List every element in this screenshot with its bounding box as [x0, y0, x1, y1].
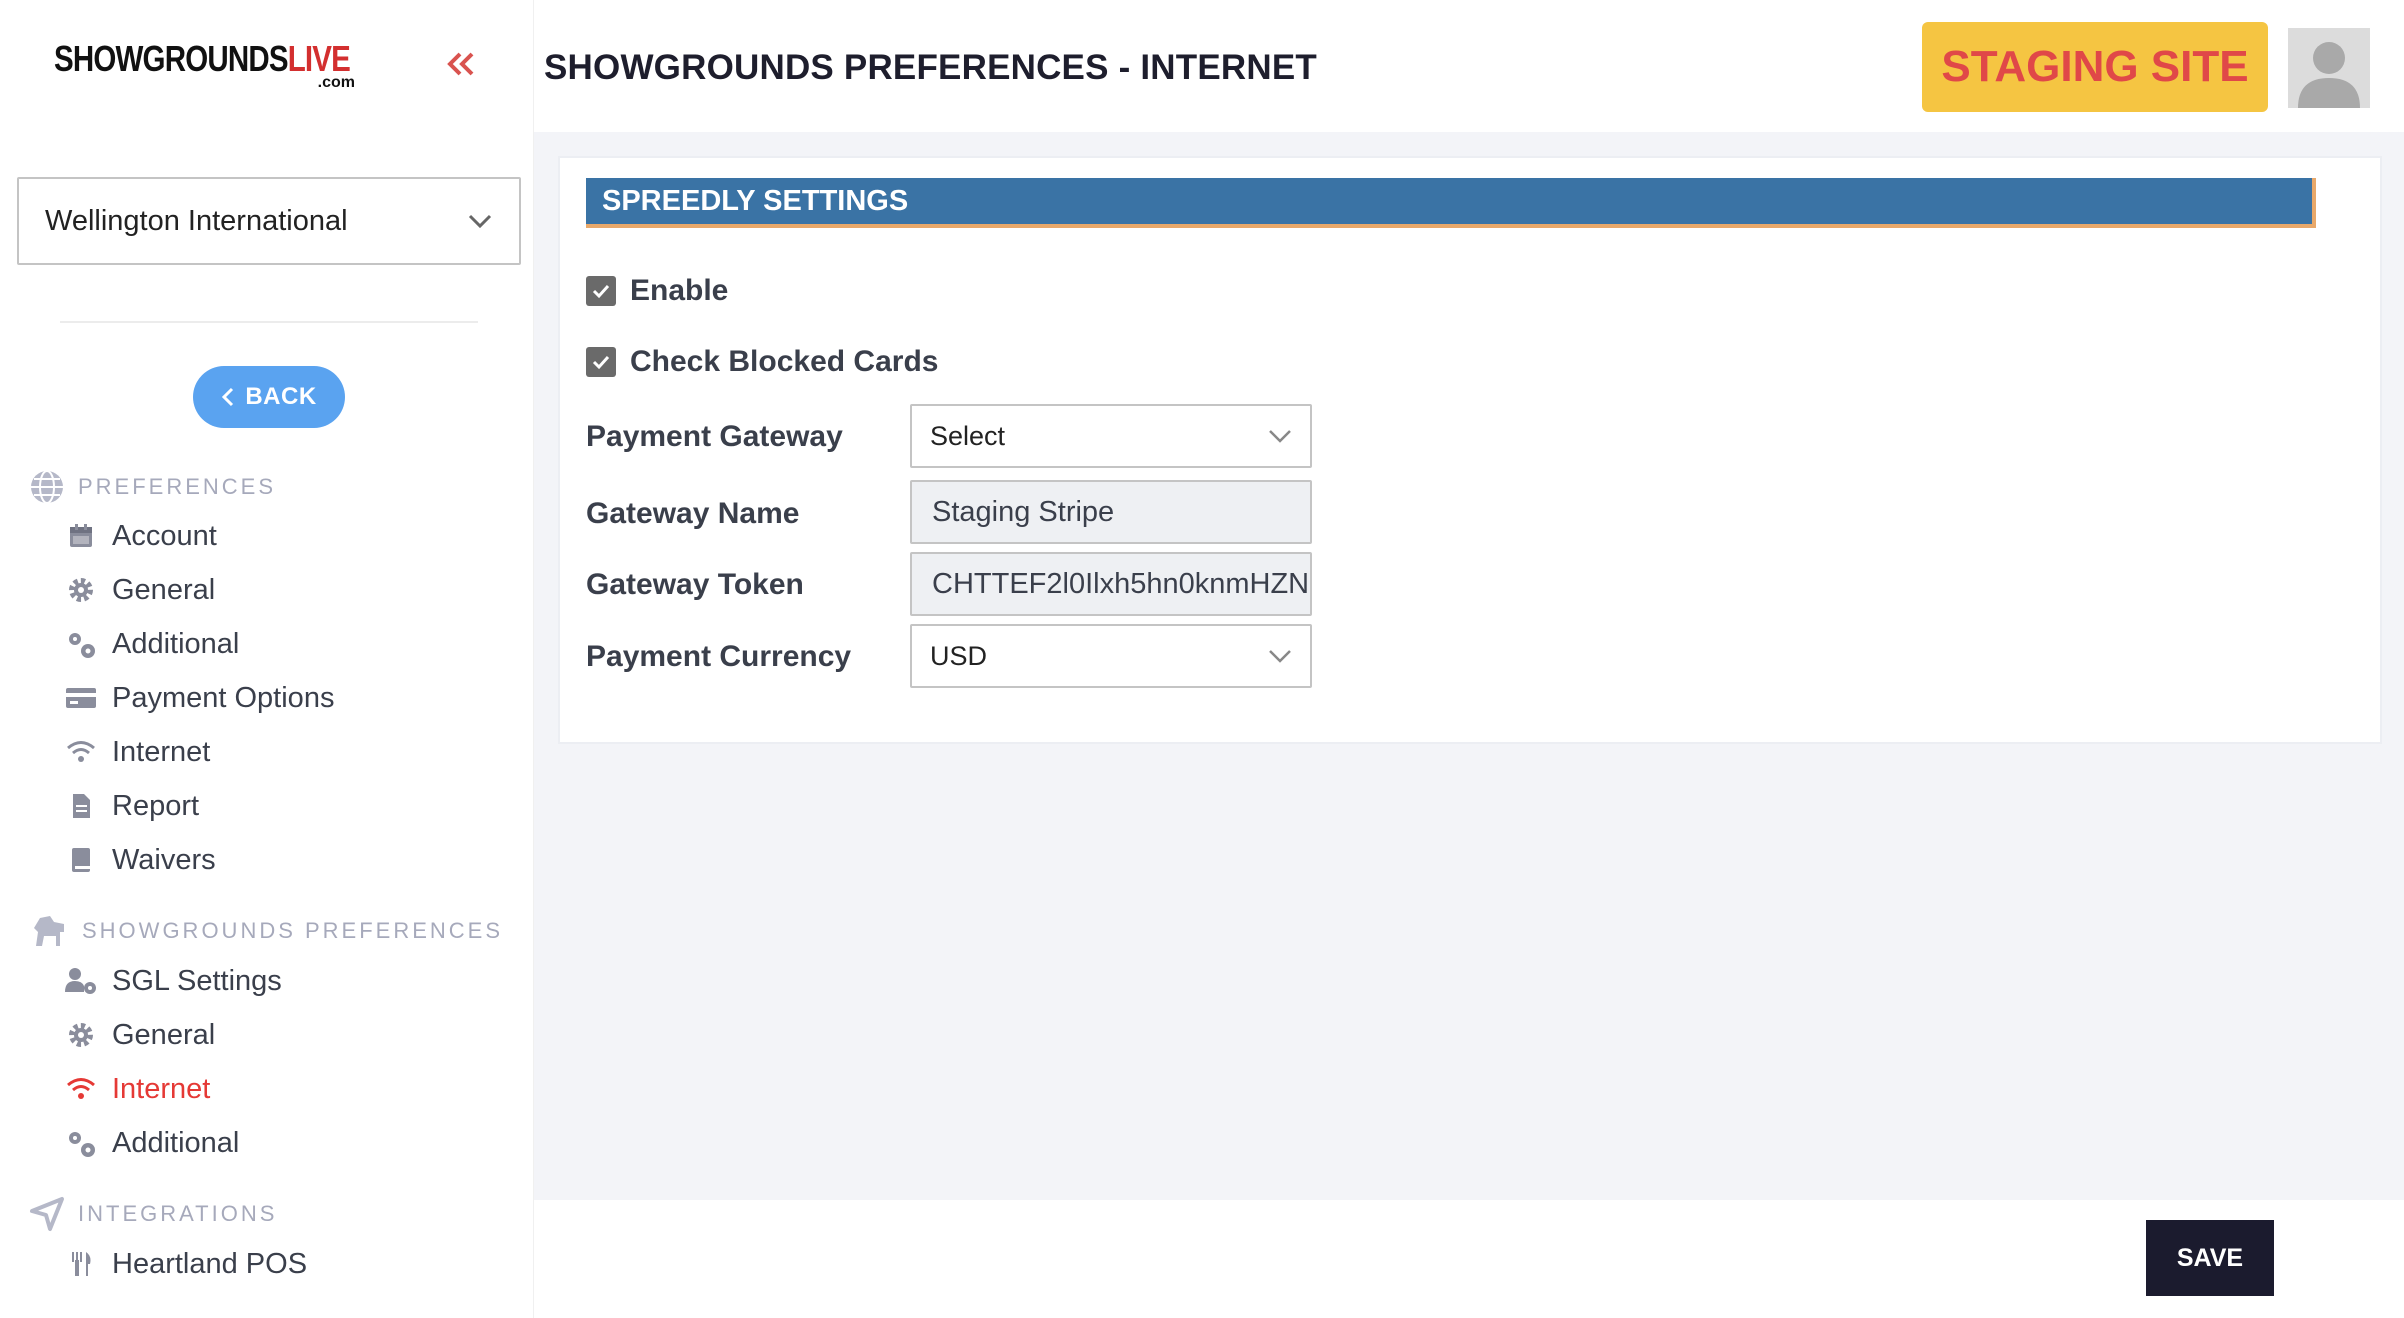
check-blocked-cards-checkbox[interactable] [586, 347, 616, 377]
sidebar-item-label: Additional [112, 1126, 240, 1159]
sidebar-item-label: Payment Options [112, 681, 335, 714]
sidebar-item-label: Waivers [112, 843, 216, 876]
enable-row: Enable [586, 274, 728, 308]
spreedly-settings-card: SPREEDLY SETTINGS Enable Check Blocked C… [558, 156, 2382, 744]
avatar[interactable] [2288, 28, 2370, 108]
sidebar-item-label: Heartland POS [112, 1247, 308, 1280]
gears-icon [69, 633, 95, 658]
chevron-down-icon [468, 214, 492, 229]
utensils-icon [72, 1252, 91, 1276]
gear-icon [69, 578, 93, 602]
credit-card-icon [66, 688, 96, 708]
sidebar-item-label: Report [112, 789, 200, 822]
sidebar-item-sgl-settings[interactable]: SGL Settings [64, 961, 282, 1001]
check-blocked-cards-row: Check Blocked Cards [586, 345, 938, 379]
staging-site-badge: STAGING SITE [1922, 22, 2268, 112]
sidebar-item-label: Account [112, 519, 217, 552]
sidebar-item-sgl-additional[interactable]: Additional [64, 1123, 239, 1163]
checkmark-icon [592, 355, 610, 370]
sidebar-item-heartland-pos[interactable]: Heartland POS [64, 1244, 307, 1284]
section-label-showgrounds-preferences: SHOWGROUNDS PREFERENCES [82, 918, 504, 943]
top-header: SHOWGROUNDS PREFERENCES - INTERNET STAGI… [534, 0, 2404, 132]
gateway-name-field[interactable]: Staging Stripe [910, 480, 1312, 544]
sidebar-divider [60, 321, 478, 323]
checkmark-icon [592, 284, 610, 299]
back-button-label: BACK [245, 383, 317, 410]
section-showgrounds-preferences: SHOWGROUNDS PREFERENCES [28, 912, 503, 950]
wifi-icon [67, 1078, 95, 1099]
payment-currency-label: Payment Currency [586, 640, 852, 673]
sidebar-item-report[interactable]: Report [64, 786, 199, 826]
sidebar-item-sgl-internet[interactable]: Internet [64, 1069, 210, 1109]
company-select-value: Wellington International [45, 204, 348, 237]
sidebar-item-label: General [112, 1018, 216, 1051]
location-arrow-icon [30, 1197, 64, 1231]
sidebar-item-label: General [112, 573, 216, 606]
sidebar-item-payment-options[interactable]: Payment Options [64, 678, 334, 718]
payment-gateway-label: Payment Gateway [586, 420, 843, 453]
sidebar: SHOWGROUNDSLIVE .com Wellington Internat… [0, 0, 534, 1318]
payment-currency-value: USD [930, 640, 988, 671]
payment-gateway-value: Select [930, 420, 1006, 451]
payment-currency-select[interactable]: USD [910, 624, 1312, 688]
sidebar-item-additional[interactable]: Additional [64, 624, 239, 664]
section-label-preferences: PREFERENCES [78, 474, 277, 499]
file-icon [73, 794, 90, 818]
book-icon [72, 848, 90, 872]
chevron-down-icon [1269, 650, 1291, 663]
footer-bar: SAVE [534, 1200, 2404, 1318]
sidebar-item-general[interactable]: General [64, 570, 215, 610]
user-avatar-icon [2298, 42, 2360, 108]
collapse-sidebar-button[interactable] [440, 44, 480, 84]
back-button[interactable]: BACK [193, 366, 345, 428]
sidebar-item-label: Internet [112, 735, 211, 768]
enable-checkbox[interactable] [586, 276, 616, 306]
company-select[interactable]: Wellington International [17, 177, 521, 265]
payment-gateway-select[interactable]: Select [910, 404, 1312, 468]
sidebar-item-label: SGL Settings [112, 964, 282, 997]
sidebar-item-label: Internet [112, 1072, 211, 1105]
main-content: SPREEDLY SETTINGS Enable Check Blocked C… [534, 132, 2404, 1200]
gear-icon [69, 1023, 93, 1047]
section-preferences: PREFERENCES [28, 468, 276, 506]
section-integrations: INTEGRATIONS [28, 1195, 277, 1233]
gateway-token-field[interactable]: CHTTEF2l0Ilxh5hn0knmHZN [910, 552, 1312, 616]
horse-icon [34, 916, 64, 946]
gateway-name-label: Gateway Name [586, 497, 800, 530]
check-blocked-cards-label: Check Blocked Cards [630, 345, 939, 378]
gears-icon [69, 1132, 95, 1157]
enable-label: Enable [630, 274, 729, 307]
save-button[interactable]: SAVE [2146, 1220, 2274, 1296]
wifi-icon [67, 741, 95, 762]
sidebar-item-label: Additional [112, 627, 240, 660]
logo-text: SHOWGROUNDSLIVE .com [54, 38, 356, 91]
chevron-down-icon [1269, 430, 1291, 443]
chevron-left-icon [222, 387, 234, 407]
user-gear-icon [65, 968, 96, 994]
sidebar-item-waivers[interactable]: Waivers [64, 840, 216, 880]
calendar-icon [70, 524, 92, 547]
sidebar-item-internet[interactable]: Internet [64, 732, 210, 772]
sidebar-item-account[interactable]: Account [64, 516, 217, 556]
section-label-integrations: INTEGRATIONS [78, 1201, 278, 1226]
sidebar-item-sgl-general[interactable]: General [64, 1015, 215, 1055]
spreedly-settings-heading: SPREEDLY SETTINGS [586, 178, 2316, 228]
gateway-token-label: Gateway Token [586, 568, 804, 601]
globe-icon [31, 470, 63, 504]
page-title: SHOWGROUNDS PREFERENCES - INTERNET [544, 48, 1317, 87]
showgroundslive-logo[interactable]: SHOWGROUNDSLIVE .com [50, 24, 355, 108]
chevrons-left-icon [447, 52, 474, 76]
